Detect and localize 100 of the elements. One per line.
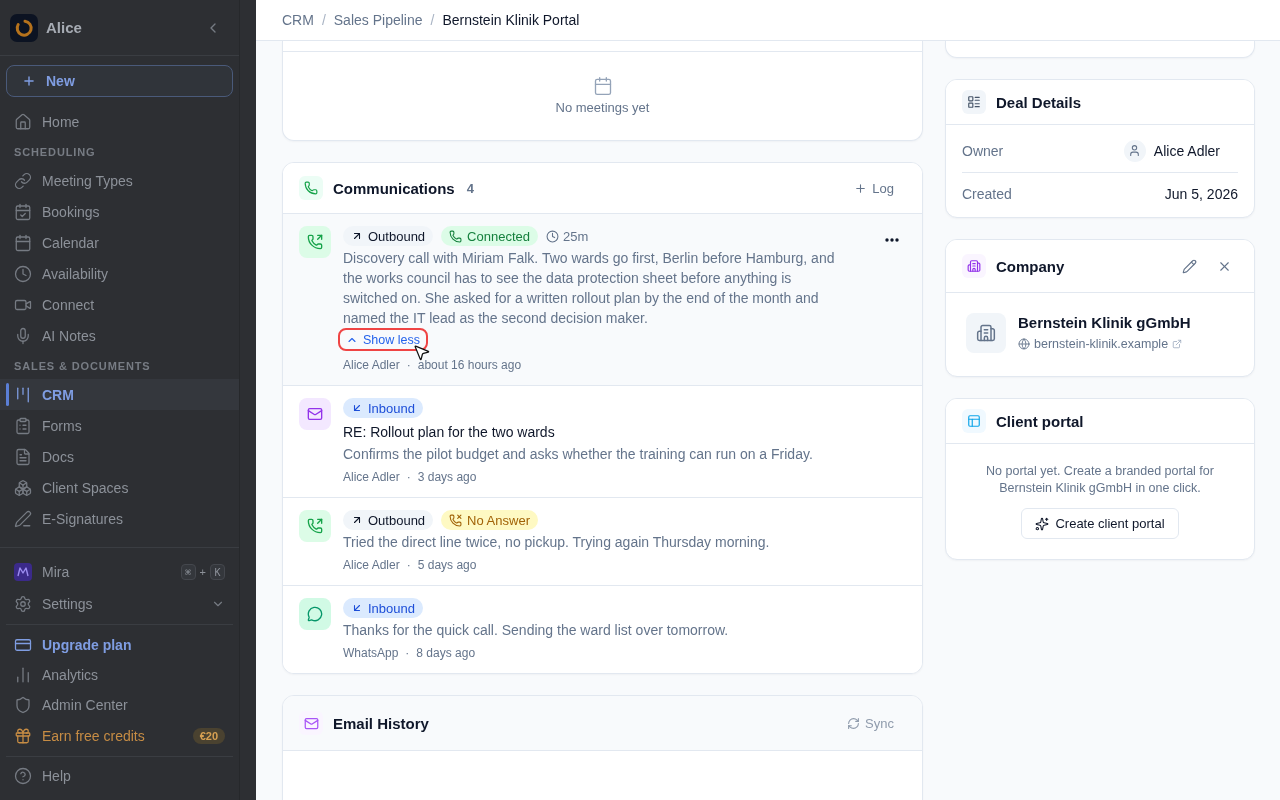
communication-text: Discovery call with Miriam Falk. Two wards go first, Berlin before Hamburg, and the works council has to see the data protection sheet before anything is switched on. She asked for a written rollout plan by the end of the month and named the IT lead as the second decision maker. [343, 249, 836, 328]
communication-row[interactable]: Inbound RE: Rollout plan for the two wards Confirms the pilot budget and asks whether the training can run on a Friday. Alice Adler · 3 days ago [283, 386, 922, 498]
portal-empty-text: No portal yet. Create a branded portal for Bernstein Klinik gGmbH in one click. [985, 463, 1215, 497]
field-label: Owner [962, 142, 1004, 159]
cursor-icon [412, 343, 431, 362]
sidebar-item[interactable]: Forms [0, 410, 239, 441]
assistant-item[interactable]: Mira ⌘ + K [0, 556, 239, 588]
sidebar-item[interactable]: Home [0, 106, 239, 137]
communication-row[interactable]: Inbound Thanks for the quick call. Sending the ward list over tomorrow. WhatsApp · 8 days ago [283, 586, 922, 673]
settings-label: Settings [42, 596, 93, 612]
nav-section-label: SCHEDULING [13, 145, 97, 160]
link-icon [14, 171, 32, 190]
sidebar-item[interactable]: Bookings [0, 196, 239, 227]
direction-label: Outbound [368, 512, 426, 528]
call-duration: 25m [563, 228, 589, 244]
calendar-check-icon [14, 202, 32, 221]
timestamp: 5 days ago [417, 557, 477, 573]
sidebar-item[interactable]: Docs [0, 441, 239, 472]
plus-icon [854, 181, 868, 195]
field-label: Created [962, 185, 1012, 202]
sidebar-item[interactable]: Earn free credits €20 [0, 720, 239, 752]
sidebar-item[interactable]: Client Spaces [0, 472, 239, 503]
building-icon [966, 313, 1006, 353]
sidebar-item[interactable]: Upgrade plan [0, 630, 239, 660]
sidebar-item[interactable]: Analytics [0, 660, 239, 690]
author-name: Alice Adler [343, 357, 400, 373]
dot-separator: · [405, 645, 410, 661]
new-button[interactable]: New [6, 65, 233, 97]
communication-text: Thanks for the quick call. Sending the ward list over tomorrow. [343, 621, 730, 640]
breadcrumb-link[interactable]: CRM [282, 12, 314, 28]
phone-icon [449, 229, 463, 243]
help-icon [14, 767, 32, 785]
phone-icon [299, 176, 323, 200]
communication-row[interactable] [283, 214, 922, 386]
globe-icon [1018, 338, 1030, 350]
clock-icon [14, 264, 32, 283]
credit-card-icon [14, 636, 32, 654]
sidebar-item-label: Earn free credits [42, 728, 145, 744]
kanban-icon [14, 385, 32, 404]
plus-icon [22, 74, 36, 88]
sidebar-item[interactable]: AI Notes [0, 320, 239, 351]
calendar-icon [14, 233, 32, 252]
website-link[interactable]: bernstein-klinik.example [1018, 337, 1191, 351]
envelope-icon [299, 711, 323, 735]
create-portal-button[interactable]: Create client portal [1021, 508, 1179, 539]
bar-chart-icon [14, 666, 32, 684]
breadcrumb-current: Bernstein Klinik Portal [442, 12, 580, 28]
communication-text: Tried the direct line twice, no pickup. Trying again Thursday morning. [343, 533, 771, 552]
arrow-down-left-icon [351, 602, 363, 614]
clock-icon [546, 229, 559, 243]
communication-row[interactable]: Outbound No Answer Tried the direct line twice, no pickup. Trying again Thursday morning. Alice Adler · 5 days ago [283, 498, 922, 586]
sidebar-item[interactable]: CRM [0, 379, 239, 410]
calendar-icon [592, 76, 613, 96]
card-title: Communications [333, 179, 455, 197]
ellipsis-icon [885, 238, 899, 242]
communication-text: Confirms the pilot budget and asks whether the training can run on a Friday. [343, 445, 814, 464]
envelope-icon [299, 398, 331, 430]
sidebar-item[interactable]: E-Signatures [0, 503, 239, 534]
external-link-icon [1172, 339, 1183, 349]
list-icon [962, 90, 986, 114]
pencil-icon [1181, 258, 1197, 274]
clipboard-icon [14, 416, 32, 435]
arrow-down-left-icon [351, 402, 363, 414]
dot-separator: · [406, 469, 411, 485]
phone-outgoing-icon [299, 226, 331, 258]
app-logo [10, 13, 38, 42]
gift-icon [14, 727, 32, 745]
direction-label: Outbound [368, 228, 426, 244]
company-name: Bernstein Klinik gGmbH [1018, 314, 1191, 332]
sidebar-item[interactable]: Calendar [0, 227, 239, 258]
sidebar-item[interactable]: Connect [0, 289, 239, 320]
breadcrumb-separator: / [430, 12, 435, 28]
arrow-up-right-icon [351, 230, 363, 242]
sidebar-item[interactable]: Meeting Types [0, 165, 239, 196]
email-subject: RE: Rollout plan for the two wards [343, 423, 556, 442]
settings-icon [14, 595, 32, 613]
dot-separator: · [406, 357, 411, 373]
timestamp: 3 days ago [417, 469, 477, 485]
breadcrumb-link[interactable]: Sales Pipeline [333, 12, 423, 28]
sidebar-item[interactable]: Admin Center [0, 690, 239, 720]
call-status-label: Connected [467, 228, 530, 244]
timestamp: about 16 hours ago [417, 357, 522, 373]
help-item[interactable]: Help [0, 760, 239, 792]
direction-label: Inbound [368, 600, 415, 616]
call-status-label: No Answer [467, 512, 530, 528]
dot-separator: · [406, 557, 411, 573]
card-title: Company [996, 257, 1065, 275]
timestamp: 8 days ago [416, 645, 476, 661]
log-button[interactable]: Log [842, 176, 906, 200]
card-title: Client portal [996, 412, 1084, 430]
assistant-logo-icon [14, 563, 32, 581]
sidebar-item[interactable]: Availability [0, 258, 239, 289]
settings-item[interactable]: Settings [0, 588, 239, 620]
document-icon [14, 447, 32, 466]
field-value: Jun 5, 2026 [1164, 185, 1238, 202]
workspace-name: Alice [46, 19, 82, 36]
author-name: Alice Adler [343, 557, 400, 573]
empty-state-text: No meetings yet [555, 100, 650, 116]
refresh-icon [847, 716, 861, 730]
chat-bubble-icon [299, 598, 331, 630]
